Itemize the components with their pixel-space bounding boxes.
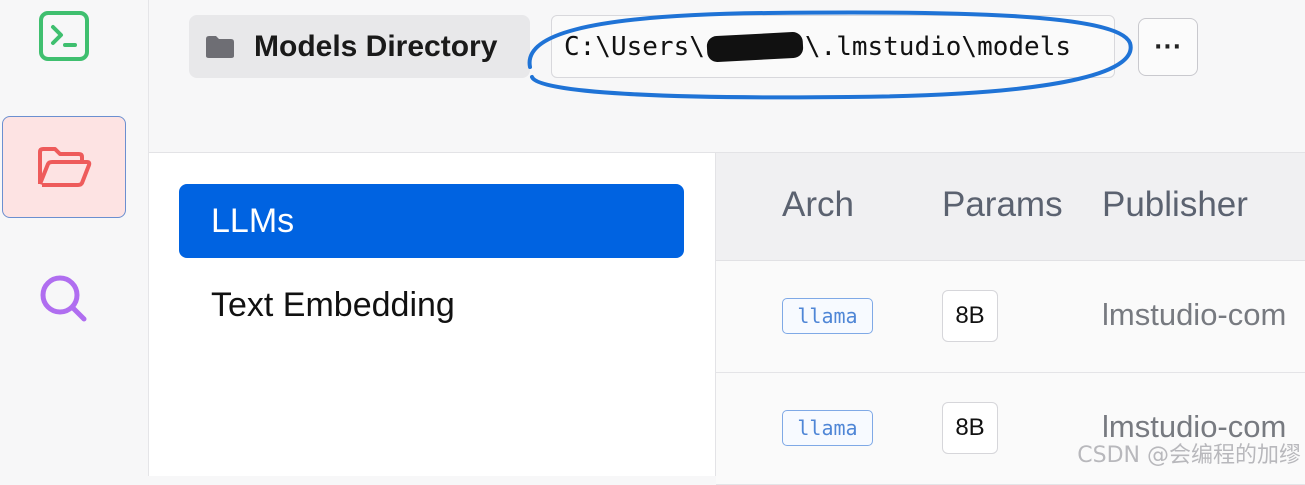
models-directory-bar: Models Directory C:\Users\ \.lmstudio\mo… (149, 0, 1305, 153)
more-options-button[interactable]: ··· (1138, 18, 1198, 76)
models-directory-label: Models Directory (254, 29, 498, 63)
terminal-icon (39, 11, 89, 61)
column-header-arch[interactable]: Arch (782, 185, 854, 225)
models-path-field[interactable]: C:\Users\ \.lmstudio\models (551, 15, 1115, 78)
table-row[interactable]: llama 8B lmstudio-com (716, 261, 1305, 373)
column-header-publisher[interactable]: Publisher (1102, 185, 1248, 225)
arch-badge: llama (782, 410, 873, 446)
icon-rail (0, 0, 149, 476)
models-directory-chip: Models Directory (189, 15, 530, 78)
model-category-list: LLMs Text Embedding (149, 153, 715, 476)
rail-item-models[interactable] (2, 116, 126, 218)
rail-item-terminal[interactable] (2, 0, 126, 87)
redaction-mark (706, 31, 804, 62)
path-suffix: \.lmstudio\models (804, 31, 1071, 62)
table-header: Arch Params Publisher (716, 153, 1305, 261)
column-header-params[interactable]: Params (942, 185, 1063, 225)
arch-badge: llama (782, 298, 873, 334)
category-llms[interactable]: LLMs (179, 184, 684, 258)
path-prefix: C:\Users\ (564, 31, 705, 62)
folder-icon (206, 35, 234, 58)
params-badge: 8B (942, 402, 998, 454)
rail-item-search[interactable] (2, 248, 126, 350)
folder-open-icon (38, 147, 92, 187)
category-text-embedding[interactable]: Text Embedding (179, 268, 684, 342)
search-icon (40, 275, 87, 322)
publisher-cell: lmstudio-com (1102, 297, 1287, 332)
models-table: Arch Params Publisher llama 8B lmstudio-… (715, 153, 1305, 485)
watermark: CSDN @会编程的加缪 (1077, 443, 1301, 468)
params-badge: 8B (942, 290, 998, 342)
